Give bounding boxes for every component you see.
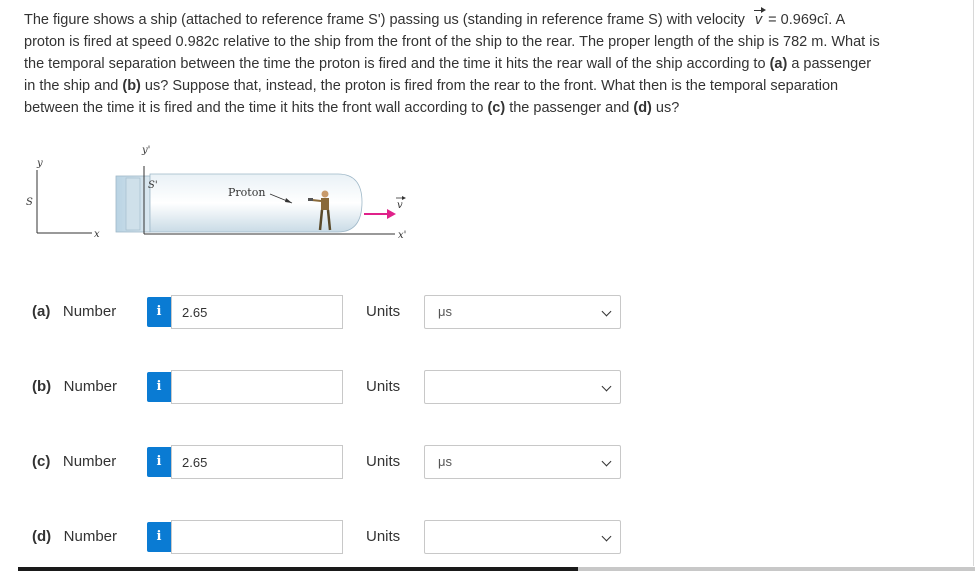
part-d-label: (d) bbox=[32, 528, 52, 545]
problem-text: us? Suppose that, instead, the proton is… bbox=[144, 78, 839, 94]
horizontal-scrollbar-thumb[interactable] bbox=[18, 567, 578, 571]
frame-s-axes bbox=[36, 170, 92, 234]
problem-text: between the time it is fired and the tim… bbox=[24, 100, 484, 116]
velocity-label: v bbox=[397, 200, 403, 211]
answer-input-c[interactable] bbox=[171, 445, 343, 479]
answer-row-d: (d) Number i Units bbox=[0, 520, 975, 554]
ship bbox=[115, 166, 395, 235]
problem-text: a passenger bbox=[791, 56, 872, 72]
horizontal-scrollbar-track[interactable] bbox=[578, 567, 975, 571]
proton-label: Proton bbox=[228, 186, 265, 199]
velocity-arrow bbox=[364, 209, 396, 219]
answer-input-b[interactable] bbox=[171, 370, 343, 404]
problem-text: us? bbox=[655, 100, 680, 116]
part-a-marker: (a) bbox=[769, 56, 788, 72]
part-c-marker: (c) bbox=[487, 100, 506, 116]
problem-text: proton is fired at speed 0.982c relative… bbox=[24, 34, 880, 50]
answer-row-a: (a) Number i Units μs bbox=[0, 295, 975, 329]
row-label: (b) Number bbox=[32, 370, 117, 404]
axis-y-prime-label: y' bbox=[141, 145, 150, 156]
units-label: Units bbox=[366, 528, 401, 545]
axis-x-label: x bbox=[94, 229, 100, 240]
part-b-label: (b) bbox=[32, 378, 52, 395]
row-label: (a) Number bbox=[32, 295, 116, 329]
answer-row-b: (b) Number i Units bbox=[0, 370, 975, 404]
part-d-marker: (d) bbox=[633, 100, 652, 116]
info-icon[interactable]: i bbox=[147, 522, 171, 552]
part-c-label: (c) bbox=[32, 453, 51, 470]
chevron-down-icon bbox=[601, 531, 612, 542]
frame-s-label: S bbox=[26, 197, 33, 208]
chevron-down-icon bbox=[601, 381, 612, 392]
answer-input-a[interactable] bbox=[171, 295, 343, 329]
number-label: Number bbox=[62, 453, 117, 470]
number-label: Number bbox=[62, 303, 117, 320]
number-label: Number bbox=[63, 528, 118, 545]
answer-input-d[interactable] bbox=[171, 520, 343, 554]
answer-row-c: (c) Number i Units μs bbox=[0, 445, 975, 479]
units-selected-value: μs bbox=[438, 304, 452, 319]
problem-text: the passenger and bbox=[509, 100, 630, 116]
row-label: (c) Number bbox=[32, 445, 116, 479]
problem-statement: The figure shows a ship (attached to ref… bbox=[24, 7, 959, 119]
velocity-vector-symbol: v bbox=[753, 7, 767, 31]
problem-text: the temporal separation between the time… bbox=[24, 56, 766, 72]
row-label: (d) Number bbox=[32, 520, 117, 554]
number-label: Number bbox=[63, 378, 118, 395]
units-select-a[interactable]: μs bbox=[424, 295, 621, 329]
info-icon[interactable]: i bbox=[147, 372, 171, 402]
ship-figure: y x S y' S' x' Proton v bbox=[26, 145, 406, 241]
frame-s-prime-label: S' bbox=[148, 180, 158, 191]
part-a-label: (a) bbox=[32, 303, 51, 320]
units-select-d[interactable] bbox=[424, 520, 621, 554]
chevron-down-icon bbox=[601, 306, 612, 317]
units-label: Units bbox=[366, 378, 401, 395]
units-label: Units bbox=[366, 453, 401, 470]
problem-text: in the ship and bbox=[24, 78, 119, 94]
units-select-c[interactable]: μs bbox=[424, 445, 621, 479]
problem-text: The figure shows a ship (attached to ref… bbox=[24, 12, 745, 28]
units-select-b[interactable] bbox=[424, 370, 621, 404]
info-icon[interactable]: i bbox=[147, 447, 171, 477]
chevron-down-icon bbox=[601, 456, 612, 467]
axis-y-label: y bbox=[36, 158, 43, 169]
units-selected-value: μs bbox=[438, 454, 452, 469]
info-icon[interactable]: i bbox=[147, 297, 171, 327]
part-b-marker: (b) bbox=[122, 78, 141, 94]
units-label: Units bbox=[366, 303, 401, 320]
axis-x-prime-label: x' bbox=[398, 230, 406, 241]
problem-text: = 0.969cî. A bbox=[768, 12, 846, 28]
